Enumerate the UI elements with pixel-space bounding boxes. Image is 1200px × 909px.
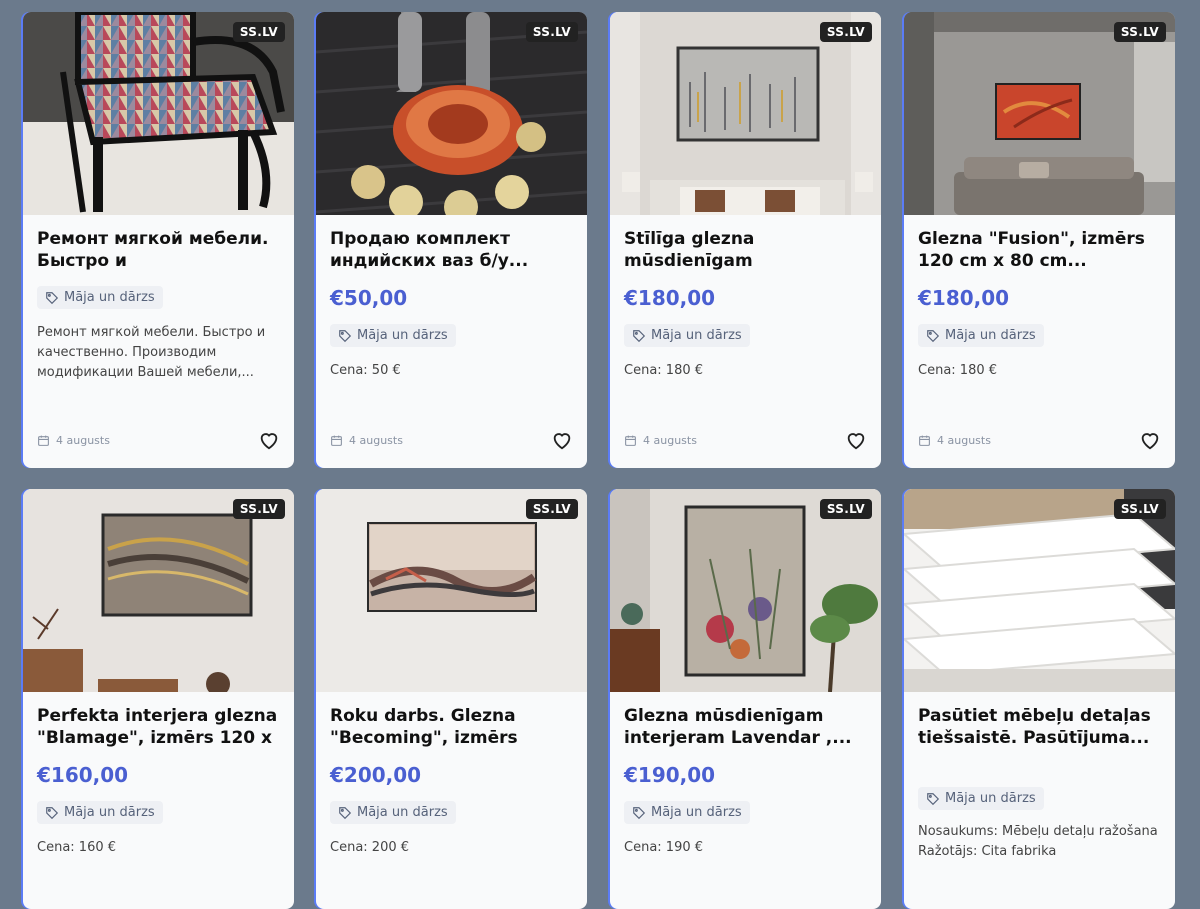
listing-description: Cena: 50 € <box>330 363 401 378</box>
category-label: Māja un dārzs <box>64 805 155 820</box>
description-line: Nosaukums: Mēbeļu detaļu ražošana <box>918 824 1158 839</box>
listing-description: Cena: 190 € <box>624 840 704 855</box>
date-label: 4 augusts <box>349 433 403 447</box>
listing-price: €180,00 <box>918 286 1010 310</box>
listing-description: Cena: 180 € <box>918 363 998 378</box>
date-label: 4 augusts <box>937 433 991 447</box>
heart-icon[interactable] <box>258 429 280 451</box>
listing-image[interactable]: SS.LV <box>904 489 1175 692</box>
date-label: 4 augusts <box>56 433 110 447</box>
category-tag[interactable]: Māja un dārzs <box>37 286 163 309</box>
listing-card[interactable]: SS.LV Stīlīga glezna mūsdienīgam interje… <box>610 12 881 468</box>
calendar-icon <box>331 435 342 446</box>
listing-description: Cena: 160 € <box>37 840 117 855</box>
category-tag[interactable]: Māja un dārzs <box>918 787 1044 810</box>
source-badge: SS.LV <box>819 499 872 519</box>
listing-image[interactable]: SS.LV <box>610 12 881 215</box>
category-tag[interactable]: Māja un dārzs <box>624 801 750 824</box>
listing-image[interactable]: SS.LV <box>904 12 1175 215</box>
date-info: 4 augusts <box>330 434 403 447</box>
date-info: 4 augusts <box>37 434 110 447</box>
listing-title[interactable]: Glezna "Fusion", izmērs 120 cm x 80 cm..… <box>918 228 1161 272</box>
tag-icon <box>633 806 646 819</box>
tag-icon <box>633 329 646 342</box>
category-tag[interactable]: Māja un dārzs <box>330 324 456 347</box>
category-label: Māja un dārzs <box>945 791 1036 806</box>
tag-icon <box>927 792 940 805</box>
listing-card[interactable]: SS.LV Glezna "Fusion", izmērs 120 cm x 8… <box>904 12 1175 468</box>
calendar-icon <box>919 435 930 446</box>
listing-price: €200,00 <box>330 763 422 787</box>
source-badge: SS.LV <box>819 22 872 42</box>
listing-card[interactable]: SS.LV Perfekta interjera glezna "Blamage… <box>23 489 294 909</box>
description-line: Ražotājs: Cita fabrika <box>918 844 1057 859</box>
listing-price: €160,00 <box>37 763 129 787</box>
listing-image[interactable]: SS.LV <box>316 489 587 692</box>
tag-icon <box>339 806 352 819</box>
listing-card[interactable]: SS.LV Roku darbs. Glezna "Becoming", izm… <box>316 489 587 909</box>
listing-title[interactable]: Ремонт мягкой мебели. Быстро и качествен… <box>37 228 280 272</box>
listing-title[interactable]: Продаю комплект индийских ваз б/у... <box>330 228 573 272</box>
listing-price: €180,00 <box>624 286 716 310</box>
category-label: Māja un dārzs <box>945 328 1036 343</box>
category-tag[interactable]: Māja un dārzs <box>37 801 163 824</box>
tag-icon <box>46 806 59 819</box>
heart-icon[interactable] <box>845 429 867 451</box>
listing-title[interactable]: Roku darbs. Glezna "Becoming", izmērs 15… <box>330 705 573 749</box>
listing-card[interactable]: SS.LV Glezna mūsdienīgam interjeram Lave… <box>610 489 881 909</box>
listing-price: €190,00 <box>624 763 716 787</box>
heart-icon[interactable] <box>551 429 573 451</box>
category-label: Māja un dārzs <box>651 805 742 820</box>
calendar-icon <box>38 435 49 446</box>
calendar-icon <box>625 435 636 446</box>
tag-icon <box>46 291 59 304</box>
source-badge: SS.LV <box>525 22 578 42</box>
source-badge: SS.LV <box>525 499 578 519</box>
listing-description: Ремонт мягкой мебели. Быстро и качествен… <box>37 325 266 380</box>
date-info: 4 augusts <box>624 434 697 447</box>
tag-icon <box>927 329 940 342</box>
date-info: 4 augusts <box>918 434 991 447</box>
listing-card[interactable]: SS.LV Pasūtiet mēbeļu detaļas tiešsaistē… <box>904 489 1175 909</box>
category-tag[interactable]: Māja un dārzs <box>918 324 1044 347</box>
listing-image[interactable]: SS.LV <box>23 489 294 692</box>
category-tag[interactable]: Māja un dārzs <box>330 801 456 824</box>
listing-description: Cena: 180 € <box>624 363 704 378</box>
listing-title[interactable]: Stīlīga glezna mūsdienīgam interjeram... <box>624 228 867 272</box>
listing-description: Nosaukums: Mēbeļu detaļu ražošana Ražotā… <box>918 822 1161 862</box>
listing-image[interactable]: SS.LV <box>316 12 587 215</box>
listing-image[interactable]: SS.LV <box>23 12 294 215</box>
listing-price: €50,00 <box>330 286 408 310</box>
source-badge: SS.LV <box>1113 499 1166 519</box>
listing-title[interactable]: Perfekta interjera glezna "Blamage", izm… <box>37 705 280 749</box>
heart-icon[interactable] <box>1139 429 1161 451</box>
category-tag[interactable]: Māja un dārzs <box>624 324 750 347</box>
listing-card[interactable]: SS.LV Продаю комплект индийских ваз б/у.… <box>316 12 587 468</box>
listing-title[interactable]: Pasūtiet mēbeļu detaļas tiešsaistē. Pasū… <box>918 705 1161 749</box>
listing-image[interactable]: SS.LV <box>610 489 881 692</box>
category-label: Māja un dārzs <box>357 328 448 343</box>
category-label: Māja un dārzs <box>357 805 448 820</box>
tag-icon <box>339 329 352 342</box>
source-badge: SS.LV <box>232 499 285 519</box>
category-label: Māja un dārzs <box>651 328 742 343</box>
category-label: Māja un dārzs <box>64 290 155 305</box>
source-badge: SS.LV <box>232 22 285 42</box>
listing-description: Cena: 200 € <box>330 840 410 855</box>
source-badge: SS.LV <box>1113 22 1166 42</box>
date-label: 4 augusts <box>643 433 697 447</box>
listing-title[interactable]: Glezna mūsdienīgam interjeram Lavendar ,… <box>624 705 867 749</box>
listing-card[interactable]: SS.LV Ремонт мягкой мебели. Быстро и кач… <box>23 12 294 468</box>
